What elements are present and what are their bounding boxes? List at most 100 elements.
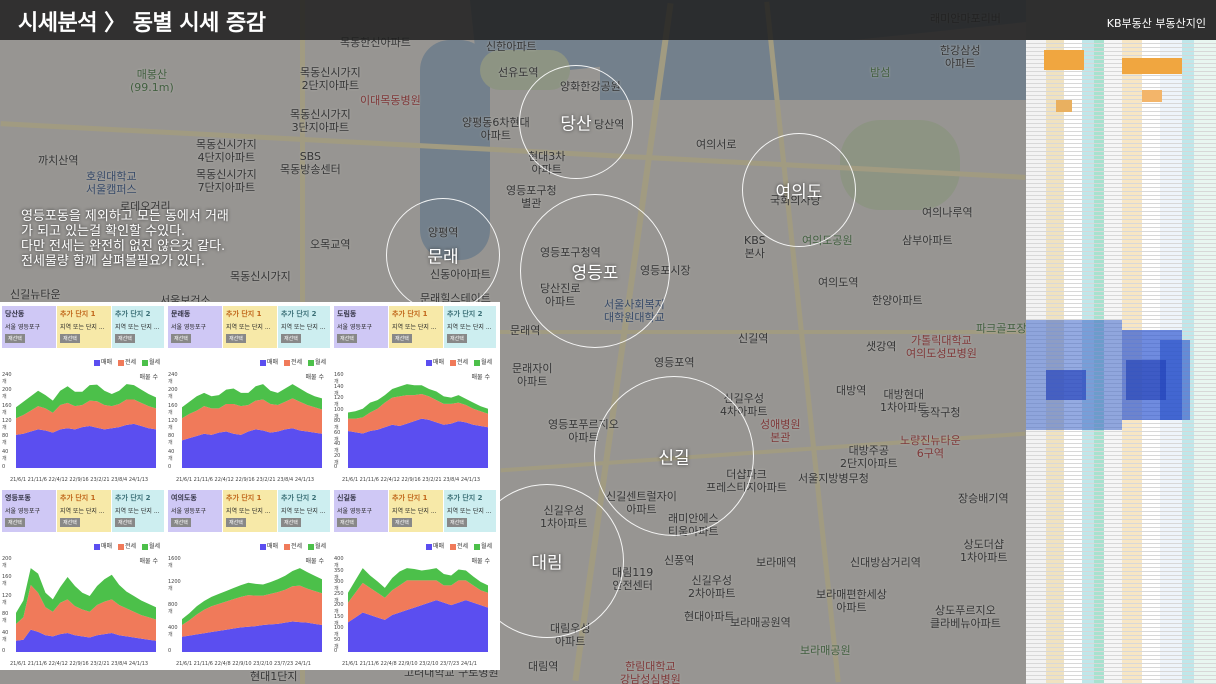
add1-button[interactable]: 재선택 [226, 518, 246, 527]
legend-monthly: 월세 [480, 543, 492, 550]
panel-header-dong[interactable]: 도림동 서울 영등포구 재선택 [334, 306, 388, 348]
add2-label: 추가 단지 2 [115, 310, 151, 318]
chart-xticks: 21/6/1 21/11/6 22/4/8 22/9/10 23/2/10 23… [342, 661, 477, 667]
reselect-button[interactable]: 재선택 [171, 518, 191, 527]
circle-label-mullae: 문래 [427, 247, 459, 268]
add1-label: 추가 단지 1 [226, 494, 262, 502]
legend-monthly: 월세 [148, 543, 160, 550]
y-tick-label: 40개 [168, 448, 175, 462]
note-line: 전세물량 함께 살펴볼필요가 있다. [21, 254, 205, 269]
circle-yeouido: 여의도 [742, 133, 856, 247]
y-tick-label: 120개 [2, 592, 12, 606]
panel-header-add1[interactable]: 추가 단지 1 지역 또는 단지 ... 재선택 [223, 306, 277, 348]
district-name: 서울 영등포구 [337, 324, 373, 331]
legend-sale: 매매 [267, 359, 279, 366]
reselect-button[interactable]: 재선택 [5, 518, 25, 527]
add2-sub: 지역 또는 단지 ... [115, 324, 160, 331]
add1-button[interactable]: 재선택 [226, 334, 246, 343]
add1-button[interactable]: 재선택 [60, 334, 80, 343]
reselect-button[interactable]: 재선택 [337, 518, 357, 527]
data-table-strip[interactable] [1026, 40, 1216, 684]
add1-label: 추가 단지 1 [392, 310, 428, 318]
panel-header-add2[interactable]: 추가 단지 2 지역 또는 단지 ... 재선택 [278, 490, 330, 532]
brand-label: KB부동산 부동산지인 [1106, 17, 1206, 30]
panel-header-dong[interactable]: 문래동 서울 영등포구 재선택 [168, 306, 222, 348]
panel-header-add1[interactable]: 추가 단지 1 지역 또는 단지 ... 재선택 [389, 306, 443, 348]
chart-xticks: 21/6/1 21/11/6 22/4/8 22/9/10 23/2/10 23… [176, 661, 311, 667]
add2-button[interactable]: 재선택 [115, 518, 135, 527]
panel-header-add2[interactable]: 추가 단지 2 지역 또는 단지 ... 재선택 [278, 306, 330, 348]
reselect-button[interactable]: 재선택 [5, 334, 25, 343]
panel-header-add1[interactable]: 추가 단지 1 지역 또는 단지 ... 재선택 [57, 490, 111, 532]
y-tick-label: 800개 [168, 602, 178, 615]
add1-label: 추가 단지 1 [392, 494, 428, 502]
add1-sub: 지역 또는 단지 ... [226, 508, 271, 515]
y-tick-label: 40개 [2, 448, 9, 462]
legend-monthly: 월세 [314, 543, 326, 550]
y-tick-label: 0 [334, 464, 338, 470]
circle-label-singil: 신길 [658, 448, 690, 469]
add1-label: 추가 단지 1 [60, 310, 96, 318]
add2-button[interactable]: 재선택 [281, 334, 301, 343]
add1-button[interactable]: 재선택 [60, 518, 80, 527]
district-name: 서울 영등포구 [171, 324, 207, 331]
stacked-area-chart [182, 384, 322, 468]
stacked-area-chart [348, 384, 488, 468]
panel-header-add1[interactable]: 추가 단지 1 지역 또는 단지 ... 재선택 [57, 306, 111, 348]
y-tick-label: 160개 [2, 402, 12, 416]
add2-sub: 지역 또는 단지 ... [281, 324, 326, 331]
add2-sub: 지역 또는 단지 ... [447, 508, 492, 515]
add2-label: 추가 단지 2 [447, 494, 483, 502]
panel-header-dong[interactable]: 당산동 서울 영등포구 재선택 [2, 306, 56, 348]
y-tick-label: 0 [334, 648, 338, 654]
y-tick-label: 200개 [168, 387, 178, 401]
add1-sub: 지역 또는 단지 ... [392, 324, 437, 331]
y-tick-label: 0 [2, 648, 6, 654]
stacked-area-chart [182, 568, 322, 652]
circle-singil: 신길 [594, 376, 754, 536]
district-name: 서울 영등포구 [5, 508, 41, 515]
legend-jeonse: 전세 [290, 543, 303, 550]
add2-button[interactable]: 재선택 [115, 334, 135, 343]
panel-header-dong[interactable]: 여의도동 서울 영등포구 재선택 [168, 490, 222, 532]
dong-name: 도림동 [337, 310, 357, 318]
district-name: 서울 영등포구 [5, 324, 41, 331]
chart-legend: 매매 전세 월세 [90, 541, 160, 550]
table-highlight-block [1142, 90, 1162, 102]
stacked-area-chart [348, 568, 488, 652]
legend-sale: 매매 [433, 359, 445, 366]
circle-label-yeongdeungpo: 영등포 [571, 263, 619, 284]
add2-sub: 지역 또는 단지 ... [447, 324, 492, 331]
y-tick-label: 200개 [2, 556, 12, 569]
add1-label: 추가 단지 1 [60, 494, 96, 502]
panel-header-add2[interactable]: 추가 단지 2 지역 또는 단지 ... 재선택 [112, 490, 164, 532]
add1-button[interactable]: 재선택 [392, 334, 412, 343]
y-tick-label: 160개 [168, 402, 178, 416]
chart-panel-singil: 신길동 서울 영등포구 재선택 추가 단지 1 지역 또는 단지 ... 재선택… [332, 486, 498, 670]
add2-label: 추가 단지 2 [281, 494, 317, 502]
panel-header-add1[interactable]: 추가 단지 1 지역 또는 단지 ... 재선택 [389, 490, 443, 532]
y-tick-label: 40개 [2, 629, 9, 643]
chart-legend: 매매 전세 월세 [422, 357, 492, 366]
panel-header-add2[interactable]: 추가 단지 2 지역 또는 단지 ... 재선택 [444, 306, 496, 348]
header-bar: 시세분석 〉 동별 시세 증감 KB부동산 부동산지인 [0, 0, 1216, 40]
add2-button[interactable]: 재선택 [447, 518, 467, 527]
panel-header-dong[interactable]: 영등포동 서울 영등포구 재선택 [2, 490, 56, 532]
y-tick-label: 80개 [168, 433, 175, 447]
reselect-button[interactable]: 재선택 [171, 334, 191, 343]
panel-header-add1[interactable]: 추가 단지 1 지역 또는 단지 ... 재선택 [223, 490, 277, 532]
panel-header-add2[interactable]: 추가 단지 2 지역 또는 단지 ... 재선택 [444, 490, 496, 532]
add2-label: 추가 단지 2 [115, 494, 151, 502]
add2-button[interactable]: 재선택 [281, 518, 301, 527]
dong-name: 신길동 [337, 494, 357, 502]
panel-header-add2[interactable]: 추가 단지 2 지역 또는 단지 ... 재선택 [112, 306, 164, 348]
table-highlight-block [1126, 360, 1166, 400]
panel-header-dong[interactable]: 신길동 서울 영등포구 재선택 [334, 490, 388, 532]
legend-sale: 매매 [101, 359, 113, 366]
add1-button[interactable]: 재선택 [392, 518, 412, 527]
reselect-button[interactable]: 재선택 [337, 334, 357, 343]
circle-yeongdeungpo: 영등포 [520, 194, 670, 348]
stacked-area-chart [16, 384, 156, 468]
add2-button[interactable]: 재선택 [447, 334, 467, 343]
legend-jeonse: 전세 [124, 543, 137, 550]
